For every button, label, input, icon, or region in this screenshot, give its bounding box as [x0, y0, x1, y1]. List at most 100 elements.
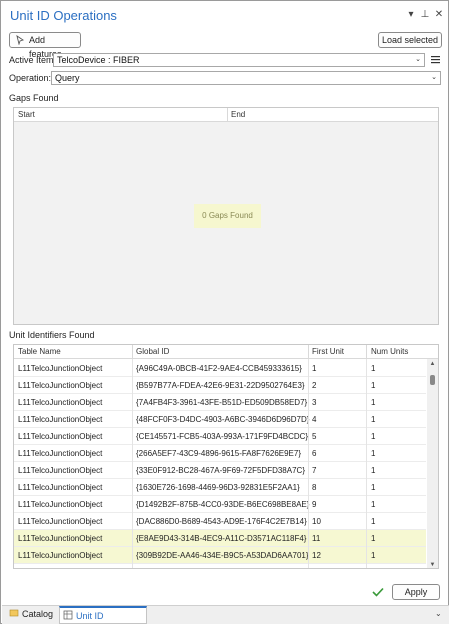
- table-icon: [63, 610, 73, 620]
- pane-tab-strip: Catalog Unit ID Operations ⌄: [2, 605, 449, 624]
- load-selected-label: Load selected: [381, 35, 439, 45]
- chevron-down-icon[interactable]: ▾: [405, 9, 417, 21]
- operation-value: Query: [55, 73, 80, 83]
- cell-num-units: 1: [371, 398, 376, 407]
- col-global-id[interactable]: Global ID: [136, 347, 169, 356]
- cell-first-unit: 9: [312, 500, 317, 509]
- gaps-table-header: Start End: [14, 108, 438, 122]
- cell-table-name: L11TelcoJunctionObject: [18, 500, 103, 509]
- empty-gaps-message: 0 Gaps Found: [194, 204, 261, 228]
- active-item-combo[interactable]: TelcoDevice : FIBER ⌄: [53, 53, 425, 67]
- gaps-table[interactable]: Start End 0 Gaps Found: [13, 107, 439, 325]
- gaps-found-title: Gaps Found: [9, 93, 59, 103]
- cell-first-unit: 11: [312, 534, 321, 543]
- table-row[interactable]: L11TelcoJunctionObject {CE145571-FCB5-403…: [14, 428, 426, 445]
- cell-global-id: {E8AE9D43-314B-4EC9-A11C-D3571AC118F4}: [136, 534, 307, 543]
- cell-first-unit: 4: [312, 415, 317, 424]
- table-row[interactable]: L11TelcoJunctionObject {A96C49A-0BCB-41F2…: [14, 360, 426, 377]
- cell-num-units: 1: [371, 381, 376, 390]
- table-row[interactable]: L11TelcoJunctionObject {B597B77A-FDEA-42E…: [14, 377, 426, 394]
- operation-label: Operation:: [9, 73, 52, 83]
- scroll-down-icon[interactable]: ▼: [427, 562, 438, 568]
- add-features-button[interactable]: Add features: [9, 32, 81, 59]
- load-selected-button[interactable]: Load selected: [378, 32, 442, 48]
- checkmark-icon: [372, 587, 384, 597]
- cell-table-name: L11TelcoJunctionObject: [18, 432, 103, 441]
- unit-id-operations-pane: Unit ID Operations ▾ ⊥ ✕ Add features Lo…: [0, 0, 449, 624]
- cell-num-units: 1: [371, 449, 376, 458]
- cell-global-id: {33E0F912-BC28-467A-9F69-72F5DFD38A7C}: [136, 466, 305, 475]
- pin-icon[interactable]: ⊥: [419, 9, 431, 21]
- chevron-down-icon: ⌄: [431, 74, 437, 81]
- units-table-header: Table Name Global ID First Unit Num Unit…: [14, 345, 438, 359]
- table-row[interactable]: L11TelcoJunctionObject {1630E726-1698-446…: [14, 479, 426, 496]
- add-features-icon: [16, 35, 25, 45]
- cell-table-name: L11TelcoJunctionObject: [18, 517, 103, 526]
- cell-table-name: L11TelcoJunctionObject: [18, 551, 103, 560]
- cell-table-name: L11TelcoJunctionObject: [18, 449, 103, 458]
- table-row[interactable]: L11TelcoJunctionObject {E8AE9D43-314B-4EC…: [14, 530, 426, 547]
- pane-titlebar: Unit ID Operations ▾ ⊥ ✕: [2, 2, 449, 28]
- active-item-label: Active Item:: [9, 55, 57, 65]
- cell-table-name: L11TelcoJunctionObject: [18, 483, 103, 492]
- table-row[interactable]: L11TelcoJunctionObject {D1492B2F-875B-4CC…: [14, 496, 426, 513]
- cell-global-id: {48FCF0F3-D4DC-4903-A6BC-3946D6D96D7D}: [136, 415, 310, 424]
- cell-table-name: L11TelcoJunctionObject: [18, 364, 103, 373]
- cell-first-unit: 7: [312, 466, 317, 475]
- cell-first-unit: 10: [312, 517, 321, 526]
- gaps-col-end[interactable]: End: [231, 110, 245, 119]
- cell-global-id: {CE145571-FCB5-403A-993A-171F9FD4BCDC}: [136, 432, 309, 441]
- cell-global-id: {309B92DE-AA46-434E-B9C5-A53DAD6AA701}: [136, 551, 309, 560]
- cell-global-id: {D1492B2F-875B-4CC0-93DE-B6EC698BE8AE}: [136, 500, 310, 509]
- tab-catalog-label: Catalog: [22, 609, 54, 619]
- col-num-units[interactable]: Num Units: [371, 347, 408, 356]
- unit-identifiers-table[interactable]: Table Name Global ID First Unit Num Unit…: [13, 344, 439, 569]
- cell-num-units: 1: [371, 517, 376, 526]
- cell-table-name: L11TelcoJunctionObject: [18, 534, 103, 543]
- cell-first-unit: 1: [312, 364, 317, 373]
- scroll-up-icon[interactable]: ▲: [427, 361, 438, 367]
- table-row[interactable]: L11TelcoJunctionObject {33E0F912-BC28-467…: [14, 462, 426, 479]
- operation-combo[interactable]: Query ⌄: [51, 71, 441, 85]
- cell-global-id: {7A4FB4F3-3961-43FE-B51D-ED509DB58ED7}: [136, 398, 308, 407]
- scroll-thumb[interactable]: [430, 375, 435, 385]
- col-first-unit[interactable]: First Unit: [312, 347, 344, 356]
- tab-unit-id-operations[interactable]: Unit ID Operations: [59, 606, 147, 624]
- table-row[interactable]: L11TelcoJunctionObject {48FCF0F3-D4DC-490…: [14, 411, 426, 428]
- cell-num-units: 1: [371, 500, 376, 509]
- chevron-down-icon: ⌄: [415, 56, 421, 63]
- cell-num-units: 1: [371, 534, 376, 543]
- tab-catalog[interactable]: Catalog: [6, 606, 58, 624]
- cell-num-units: 1: [371, 432, 376, 441]
- table-row[interactable]: L11TelcoJunctionObject {266A5EF7-43C9-489…: [14, 445, 426, 462]
- table-row[interactable]: L11TelcoJunctionObject {DAC886D0-B689-454…: [14, 513, 426, 530]
- menu-icon[interactable]: [430, 54, 441, 65]
- cell-first-unit: 3: [312, 398, 317, 407]
- tab-unit-id-operations-label: Unit ID Operations: [76, 611, 104, 621]
- cell-global-id: {B597B77A-FDEA-42E6-9E31-22D9502764E3}: [136, 381, 305, 390]
- apply-button[interactable]: Apply: [392, 584, 440, 600]
- catalog-icon: [9, 609, 19, 617]
- cell-first-unit: 12: [312, 551, 321, 560]
- cell-num-units: 1: [371, 466, 376, 475]
- cell-num-units: 1: [371, 551, 376, 560]
- cell-table-name: L11TelcoJunctionObject: [18, 415, 103, 424]
- cell-global-id: {1630E726-1698-4469-96D3-92831E5F2AA1}: [136, 483, 300, 492]
- cell-global-id: {A96C49A-0BCB-41F2-9AE4-CCB459333615}: [136, 364, 302, 373]
- table-row[interactable]: L11TelcoJunctionObject {7A4FB4F3-3961-43F…: [14, 394, 426, 411]
- tabs-overflow-icon[interactable]: ⌄: [435, 609, 442, 618]
- cell-table-name: L11TelcoJunctionObject: [18, 381, 103, 390]
- cell-table-name: L11TelcoJunctionObject: [18, 466, 103, 475]
- cell-num-units: 1: [371, 415, 376, 424]
- cell-global-id: {DAC886D0-B689-4543-AD9E-176F4C2E7B14}: [136, 517, 307, 526]
- apply-label: Apply: [404, 587, 428, 597]
- cell-num-units: 1: [371, 364, 376, 373]
- cell-first-unit: 5: [312, 432, 317, 441]
- col-table-name[interactable]: Table Name: [18, 347, 61, 356]
- table-row[interactable]: L11TelcoJunctionObject {309B92DE-AA46-434…: [14, 547, 426, 564]
- close-icon[interactable]: ✕: [433, 9, 445, 21]
- units-scrollbar[interactable]: ▲ ▼: [427, 359, 438, 568]
- gaps-col-start[interactable]: Start: [18, 110, 35, 119]
- cell-first-unit: 2: [312, 381, 317, 390]
- cell-num-units: 1: [371, 483, 376, 492]
